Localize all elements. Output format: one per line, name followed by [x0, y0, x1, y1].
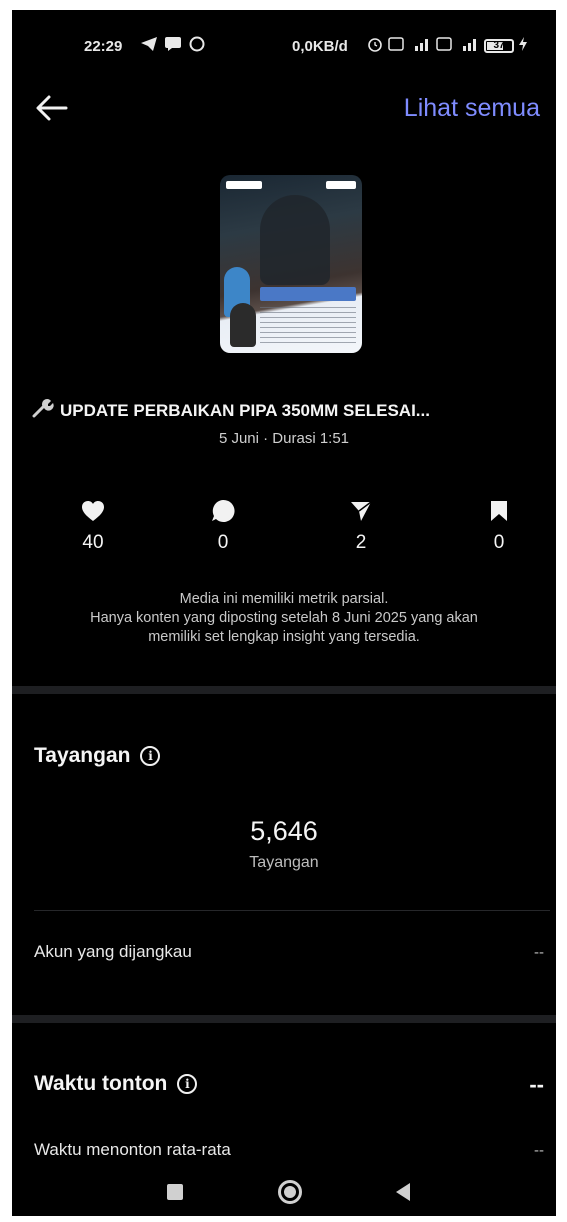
volte-icon: [436, 37, 452, 54]
row-divider: [34, 910, 550, 911]
views-count-label: Tayangan: [249, 854, 319, 871]
bookmark-icon: [469, 498, 529, 524]
section-divider: [12, 1015, 556, 1023]
comment-icon: [193, 498, 253, 524]
info-icon[interactable]: i: [177, 1074, 198, 1094]
screen: 22:29 0,0KB/d 37 Lihat semua UPDATE PERB…: [12, 10, 556, 1216]
watch-time-section-title: Waktu tonton i: [34, 1072, 198, 1096]
avg-watch-time-label: Waktu menonton rata-rata: [34, 1140, 231, 1159]
post-title: UPDATE PERBAIKAN PIPA 350MM SELESAI...: [32, 398, 542, 423]
volte-icon: [388, 37, 404, 54]
alarm-icon: [367, 36, 383, 55]
reach-label: Akun yang dijangkau: [34, 942, 192, 961]
signal-icon: [409, 37, 431, 54]
note-line: Media ini memiliki metrik parsial.: [179, 591, 389, 607]
back-arrow-icon[interactable]: [34, 90, 70, 126]
views-count: 5,646: [250, 816, 318, 846]
views-section-title: Tayangan i: [34, 744, 161, 768]
whatsapp-icon: [188, 36, 206, 56]
post-meta: 5 Juni · Durasi 1:51: [218, 430, 350, 447]
status-time: 22:29: [84, 38, 123, 55]
section-divider: [12, 686, 556, 694]
charging-icon: [519, 37, 527, 54]
note-line: Hanya konten yang diposting setelah 8 Ju…: [90, 610, 478, 626]
saves-count: 0: [493, 532, 505, 553]
system-icons: 37: [367, 36, 527, 55]
likes-metric: 40: [63, 498, 123, 554]
reach-value: --: [534, 944, 544, 961]
note-line: memiliki set lengkap insight yang tersed…: [148, 629, 420, 645]
post-title-text: UPDATE PERBAIKAN PIPA 350MM SELESAI...: [60, 400, 430, 420]
wrench-icon: [32, 398, 54, 423]
likes-count: 40: [82, 532, 104, 553]
status-bar: 22:29 0,0KB/d 37: [12, 10, 556, 70]
home-button[interactable]: [278, 1180, 302, 1204]
views-title-text: Tayangan: [34, 744, 131, 767]
notification-icons: [140, 36, 206, 56]
message-icon: [164, 36, 182, 56]
partial-metrics-note: Media ini memiliki metrik parsial. Hanya…: [12, 590, 556, 647]
signal-icon: [457, 37, 479, 54]
battery-icon: 37: [484, 38, 514, 53]
post-thumbnail[interactable]: [220, 175, 362, 353]
recents-button[interactable]: [167, 1184, 183, 1200]
shares-count: 2: [355, 532, 367, 553]
see-all-link[interactable]: Lihat semua: [404, 94, 540, 123]
back-button[interactable]: [396, 1183, 410, 1201]
battery-level: 37: [493, 39, 505, 51]
saves-metric: 0: [469, 498, 529, 554]
watch-time-total: --: [529, 1072, 544, 1097]
comments-metric: 0: [193, 498, 253, 554]
comments-count: 0: [217, 532, 229, 553]
telegram-icon: [140, 36, 158, 56]
network-speed: 0,0KB/d: [292, 38, 348, 55]
system-nav-bar: [12, 1170, 556, 1216]
send-icon: [331, 498, 391, 524]
heart-icon: [63, 498, 123, 524]
shares-metric: 2: [331, 498, 391, 554]
watch-time-title-text: Waktu tonton: [34, 1072, 168, 1095]
avg-watch-time-value: --: [534, 1142, 544, 1159]
info-icon[interactable]: i: [140, 746, 161, 766]
